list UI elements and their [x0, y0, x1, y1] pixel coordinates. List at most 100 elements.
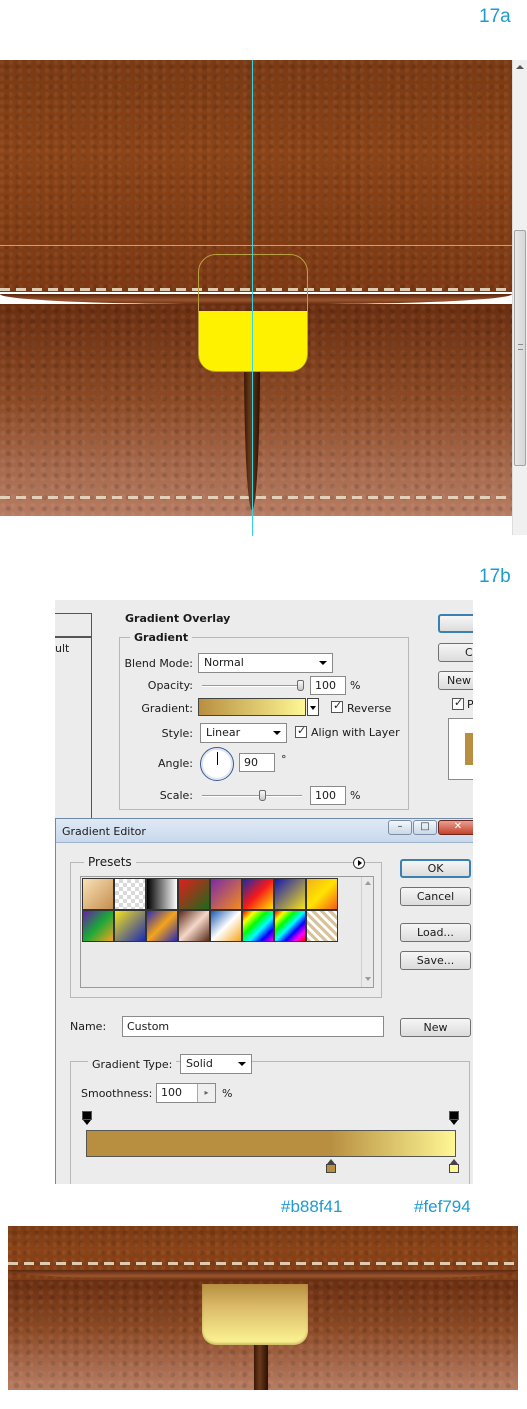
- canvas-17a: [0, 60, 512, 516]
- presets-label: Presets: [84, 855, 136, 869]
- color-stop-end[interactable]: [449, 1159, 459, 1173]
- cancel-button[interactable]: Cancel: [400, 887, 471, 906]
- preset-swatch[interactable]: [210, 910, 242, 942]
- name-input[interactable]: Custom: [122, 1016, 384, 1037]
- preview-label: P: [467, 698, 473, 711]
- chevron-down-icon: [319, 661, 327, 665]
- stitch-line-lower: [0, 496, 512, 499]
- style-select[interactable]: Linear: [200, 723, 287, 743]
- opacity-stop-right[interactable]: [449, 1111, 459, 1125]
- gradient-preview-swatch[interactable]: [198, 698, 306, 716]
- smoothness-stepper-icon[interactable]: ▸: [197, 1084, 215, 1102]
- layer-style-ok-button[interactable]: [438, 614, 473, 633]
- gradient-bar[interactable]: [86, 1130, 456, 1157]
- gradient-type-label: Gradient Type:: [88, 1058, 177, 1071]
- maximize-icon[interactable]: □: [413, 820, 437, 835]
- scroll-down-arrow-icon: [365, 977, 371, 981]
- angle-dial[interactable]: [200, 747, 234, 781]
- minimize-icon[interactable]: –: [388, 820, 412, 835]
- preset-swatch[interactable]: [114, 910, 146, 942]
- gradient-type-value: Solid: [186, 1057, 213, 1070]
- opacity-input[interactable]: 100: [310, 676, 346, 695]
- preset-swatch[interactable]: [306, 878, 338, 910]
- preset-swatch[interactable]: [178, 910, 210, 942]
- smoothness-unit: %: [222, 1087, 233, 1100]
- preset-swatch[interactable]: [146, 878, 178, 910]
- horizontal-guide: [0, 245, 512, 246]
- gradient-type-group: [70, 1061, 470, 1184]
- preset-swatch[interactable]: [306, 910, 338, 942]
- preset-swatch[interactable]: [178, 878, 210, 910]
- layer-style-dialog: ult Gradient Overlay Gradient Blend Mode…: [55, 600, 473, 818]
- layer-style-new-button[interactable]: New: [438, 671, 473, 690]
- angle-input[interactable]: 90: [239, 753, 275, 772]
- section-title: Gradient Overlay: [122, 612, 235, 625]
- opacity-slider[interactable]: [202, 685, 302, 687]
- save-button[interactable]: Save...: [400, 951, 471, 970]
- scroll-up-arrow-icon[interactable]: [516, 65, 524, 69]
- preset-swatch[interactable]: [114, 878, 146, 910]
- name-label: Name:: [70, 1020, 107, 1033]
- preview-swatch: [465, 733, 473, 765]
- preset-swatches: [81, 877, 343, 947]
- style-label: Style:: [161, 727, 193, 740]
- styles-list-item[interactable]: ult: [55, 642, 69, 655]
- chevron-down-icon: [310, 706, 316, 710]
- preset-swatch[interactable]: [242, 910, 274, 942]
- ok-button[interactable]: OK: [400, 859, 471, 878]
- clasp-shape-selected: [198, 254, 308, 372]
- preset-swatch[interactable]: [210, 878, 242, 910]
- preview-checkbox[interactable]: [452, 696, 464, 710]
- canvas-vertical-scrollbar[interactable]: [512, 60, 527, 535]
- reverse-checkbox[interactable]: [331, 699, 343, 713]
- scale-input[interactable]: 100: [310, 786, 346, 805]
- result-gold-clasp: [202, 1284, 308, 1345]
- hex-end-color: #fef794: [414, 1197, 471, 1216]
- scale-slider-thumb[interactable]: [259, 790, 266, 801]
- reverse-label: Reverse: [347, 702, 392, 715]
- presets-menu-icon[interactable]: [353, 857, 365, 869]
- smoothness-label: Smoothness:: [81, 1087, 153, 1100]
- opacity-stop-right-tip: [450, 1120, 458, 1125]
- preset-swatch[interactable]: [274, 878, 306, 910]
- color-stop-start[interactable]: [326, 1159, 336, 1173]
- result-stitch-line: [8, 1262, 518, 1265]
- align-with-layer-checkbox[interactable]: [295, 724, 307, 738]
- angle-unit: °: [281, 753, 287, 766]
- angle-dial-needle: [217, 752, 218, 765]
- opacity-stop-left[interactable]: [82, 1111, 92, 1125]
- layer-style-cancel-button[interactable]: Ca: [438, 643, 473, 662]
- blend-mode-select[interactable]: Normal: [198, 653, 333, 673]
- new-button[interactable]: New: [400, 1018, 471, 1037]
- opacity-slider-thumb[interactable]: [297, 680, 304, 691]
- step-label-17a: 17a: [479, 6, 511, 27]
- style-value: Linear: [206, 726, 241, 739]
- opacity-unit: %: [350, 679, 361, 692]
- scale-slider[interactable]: [202, 795, 302, 797]
- preset-swatch[interactable]: [242, 878, 274, 910]
- smoothness-input[interactable]: 100 ▸: [156, 1083, 216, 1103]
- hex-start-color: #b88f41: [281, 1197, 343, 1216]
- close-icon[interactable]: ✕: [438, 820, 473, 835]
- angle-label: Angle:: [157, 757, 193, 770]
- load-button[interactable]: Load...: [400, 923, 471, 942]
- window-title: Gradient Editor: [62, 825, 146, 838]
- preset-swatch[interactable]: [274, 910, 306, 942]
- presets-scrollbar[interactable]: [361, 877, 374, 987]
- gradient-type-select[interactable]: Solid: [180, 1054, 252, 1074]
- step-label-17b: 17b: [479, 566, 511, 587]
- gradient-editor-titlebar[interactable]: Gradient Editor – □ ✕: [56, 819, 473, 843]
- chevron-down-icon: [238, 1062, 246, 1066]
- scale-unit: %: [350, 789, 361, 802]
- scroll-thumb[interactable]: [514, 230, 526, 466]
- gradient-label: Gradient:: [141, 702, 193, 715]
- preset-swatch[interactable]: [82, 910, 114, 942]
- clasp-yellow-fill: [199, 311, 307, 371]
- styles-list-divider: [55, 636, 92, 638]
- preset-swatch[interactable]: [82, 878, 114, 910]
- styles-list: ult: [55, 613, 92, 818]
- gradient-dropdown-button[interactable]: [307, 698, 319, 716]
- preset-swatch[interactable]: [146, 910, 178, 942]
- preview-thumbnail: [448, 718, 473, 780]
- chevron-down-icon: [273, 731, 281, 735]
